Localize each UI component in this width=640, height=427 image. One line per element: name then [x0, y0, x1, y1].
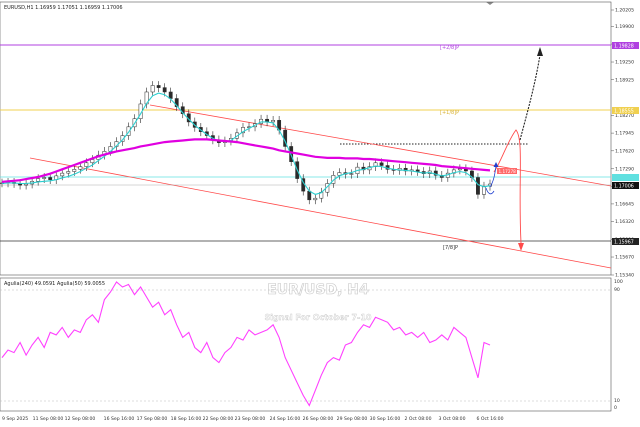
chart-subtitle: Signal For October 7-10	[265, 313, 372, 322]
time-tick-label: 9 Sep 2025	[2, 416, 28, 422]
indicator-label: Agulia(240) 49.0591 Agulia(50) 59.0055	[4, 281, 105, 287]
candle-body	[24, 183, 29, 186]
pink-level-price: 1.17278	[499, 169, 517, 174]
channel-lower-line	[29, 157, 612, 269]
candle-body	[90, 159, 95, 164]
candle-body	[307, 190, 312, 201]
price-tick-label: 1.16320	[615, 219, 634, 225]
candle-body	[72, 169, 77, 172]
price-tick-label: 1.17945	[615, 131, 634, 137]
murrey-yellow-label: [+1/8]P	[440, 110, 459, 116]
oscillator-line	[1, 281, 491, 407]
time-tick-label: 30 Sep 16:00	[370, 416, 401, 422]
indicator-axis-100: 100	[614, 279, 623, 285]
time-axis: 9 Sep 2025 11 Sep 08:00 12 Sep 08:00 16 Sep…	[2, 416, 504, 422]
blue-arrowhead-icon	[493, 162, 499, 167]
murrey-upper-price: 1.19828	[614, 44, 634, 50]
time-tick-label: 22 Sep 08:00	[203, 416, 234, 422]
cyan-level-price-tag	[612, 174, 639, 181]
time-tick-label: 3 Oct 08:00	[438, 416, 465, 422]
candle-body	[168, 91, 173, 99]
ma-slow-line	[1, 138, 491, 183]
price-tick-label: 1.17620	[615, 148, 634, 154]
price-tick-label: 1.19250	[615, 60, 634, 66]
candle-body	[271, 120, 276, 123]
candle-body	[162, 87, 167, 93]
candle-body	[379, 162, 384, 166]
price-tick-label: 1.15670	[615, 255, 634, 261]
candle-body	[156, 85, 161, 88]
time-tick-label: 24 Sep 16:00	[270, 416, 301, 422]
candle-body	[66, 171, 71, 174]
candle-body	[457, 168, 462, 171]
indicator-axis-90: 90	[614, 287, 620, 293]
current-price-value: 1.17006	[614, 184, 634, 190]
bullish-arrowhead-icon	[537, 47, 543, 56]
candle-body	[84, 162, 89, 167]
candle-body	[482, 185, 486, 195]
time-tick-label: 17 Sep 08:00	[137, 416, 168, 422]
time-tick-label: 18 Sep 16:00	[171, 416, 202, 422]
price-tick-label: 1.16645	[615, 202, 634, 208]
candle-body	[476, 177, 480, 195]
candle-body	[313, 197, 318, 201]
time-tick-label: 23 Sep 08:00	[235, 416, 266, 422]
time-tick-label: 12 Sep 08:00	[65, 416, 96, 422]
candle-body	[150, 85, 155, 93]
candle-body	[349, 173, 354, 175]
time-tick-label: 2 Oct 08:00	[404, 416, 431, 422]
indicator-axis-10: 10	[614, 398, 620, 404]
price-tick-label: 1.17290	[615, 166, 634, 172]
price-tick-label: 1.19900	[615, 24, 634, 30]
price-tick-label: 1.15340	[615, 273, 634, 279]
candle-body	[415, 169, 420, 172]
candle-body	[78, 166, 83, 170]
price-tick-label: 1.18925	[615, 77, 634, 83]
price-tick-label: 1.20205	[615, 8, 634, 14]
murrey-lower-price: 1.15967	[614, 240, 634, 246]
chart-area: EURUSD,H1 1.16959 1.17051 1.16959 1.1700…	[0, 1, 639, 422]
candle-body	[42, 177, 47, 179]
time-tick-label: 6 Oct 16:00	[476, 416, 503, 422]
time-tick-label: 11 Sep 08:00	[33, 416, 64, 422]
scroll-marker-icon[interactable]	[486, 2, 494, 5]
candle-body	[36, 178, 41, 182]
symbol-info: EURUSD,H1 1.16959 1.17051 1.16959 1.1700…	[4, 5, 123, 11]
murrey-lower-label: [7/8]P	[443, 245, 458, 251]
bearish-arrowhead-icon	[518, 243, 524, 251]
indicator-axis-0: 0	[614, 405, 617, 411]
time-tick-label: 29 Sep 08:00	[337, 416, 368, 422]
candle-body	[48, 177, 53, 180]
candle-body	[60, 172, 65, 177]
bullish-scenario-arrow	[519, 54, 541, 141]
murrey-yellow-price: 1.18555	[614, 109, 634, 115]
time-tick-label: 16 Sep 16:00	[104, 416, 135, 422]
bearish-scenario-arrow	[493, 129, 522, 244]
time-tick-label: 26 Sep 08:00	[303, 416, 334, 422]
murrey-upper-label: [+2/8]P	[440, 45, 459, 51]
